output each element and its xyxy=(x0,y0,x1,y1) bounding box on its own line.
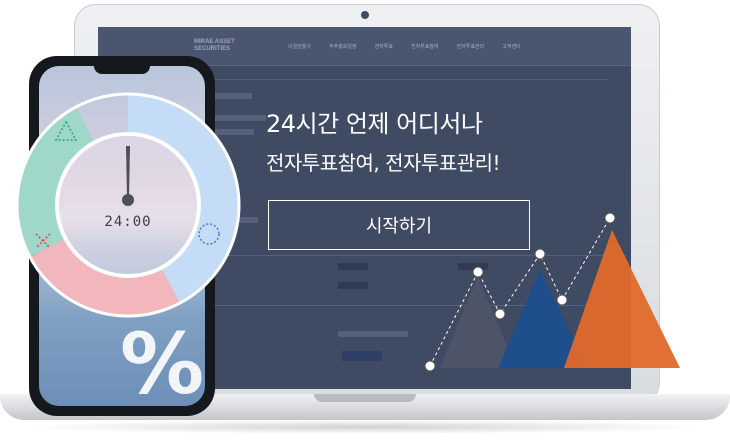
phone-notch xyxy=(94,64,150,74)
mock-row xyxy=(338,331,408,337)
nav-item-1[interactable]: 의결권행사 xyxy=(288,43,311,50)
trend-point xyxy=(556,294,568,306)
percent-symbol: % xyxy=(120,315,205,413)
nav-item-4[interactable]: 전자투표참여 xyxy=(411,43,439,50)
time-display: 24:00 xyxy=(104,214,152,230)
nav-item-2[interactable]: 주주총회일정 xyxy=(329,43,357,50)
mock-table-button xyxy=(338,263,368,270)
trend-point xyxy=(424,360,436,372)
trend-point xyxy=(472,266,484,278)
site-nav: 의결권행사 주주총회일정 전자투표 전자투표참여 전자투표관리 고객센터 xyxy=(288,43,521,50)
clock-dial xyxy=(15,92,241,318)
headline-line-2: 전자투표참여, 전자투표관리! xyxy=(266,151,501,175)
rising-triangles-graphic xyxy=(424,212,680,372)
laptop-base-notch xyxy=(314,394,416,402)
mock-table-button xyxy=(338,282,368,289)
nav-item-3[interactable]: 전자투표 xyxy=(375,43,393,50)
nav-item-5[interactable]: 전자투표관리 xyxy=(457,43,485,50)
site-logo-subtext: SECURITIES xyxy=(194,46,231,52)
trend-point xyxy=(494,308,506,320)
trend-point xyxy=(604,212,616,224)
triangle-orange xyxy=(564,230,680,368)
nav-item-6[interactable]: 고객센터 xyxy=(502,43,520,50)
laptop-shadow xyxy=(20,420,710,434)
mock-submit-button xyxy=(342,351,382,361)
site-logo: MIRAE ASSET SECURITIES xyxy=(194,39,235,53)
site-logo-text: MIRAE ASSET xyxy=(194,39,235,45)
camera-dot xyxy=(361,11,369,19)
dial-needle-hub xyxy=(122,194,134,206)
trend-point xyxy=(534,248,546,260)
headline-line-1: 24시간 언제 어디서나 xyxy=(266,110,483,138)
hero-headline: 24시간 언제 어디서나 전자투표참여, 전자투표관리! xyxy=(266,107,566,179)
